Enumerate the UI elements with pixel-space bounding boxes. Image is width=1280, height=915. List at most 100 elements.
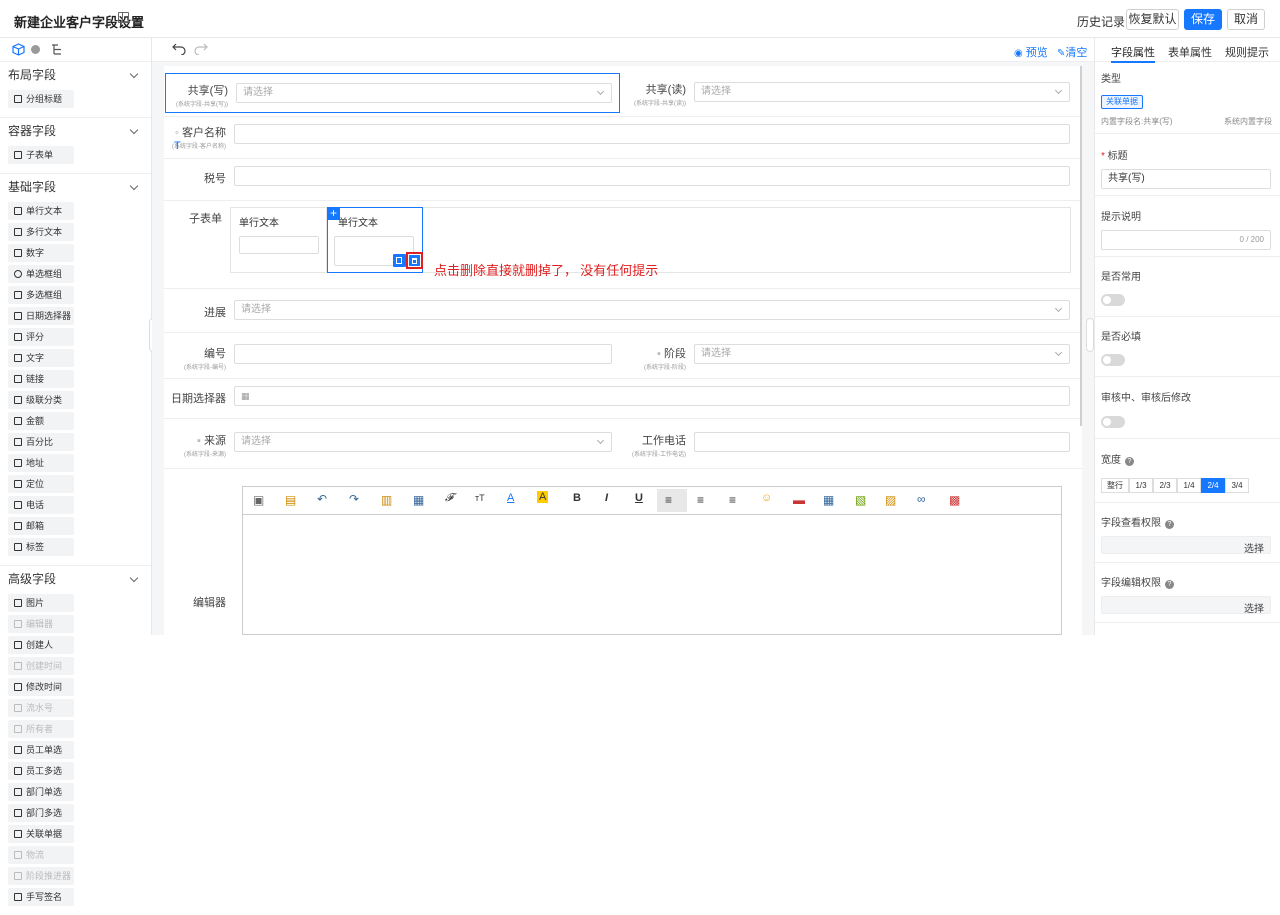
palette-item-amount[interactable]: 金额 [8, 412, 74, 430]
field-source[interactable]: ▪ 来源 (系统字段-来源) 请选择 [164, 424, 620, 464]
section-header-layout[interactable]: 布局字段 [0, 62, 151, 88]
select-button[interactable]: 选择 [1244, 600, 1264, 615]
field-share-write[interactable]: 共享(写) (系统字段-共享(写)) 请选择 [165, 73, 620, 113]
width-2-3[interactable]: 2/3 [1153, 478, 1177, 493]
title-input[interactable]: 共享(写) [1101, 169, 1271, 189]
palette-item-creator[interactable]: 创建人 [8, 636, 74, 654]
width-3-4[interactable]: 3/4 [1225, 478, 1249, 493]
description-input[interactable]: 0 / 200 [1101, 230, 1271, 250]
align-center-icon[interactable]: ≡ [697, 493, 704, 507]
field-progress[interactable]: 进展 请选择 [164, 296, 1077, 330]
select-button[interactable]: 选择 [1244, 540, 1264, 555]
bold-icon[interactable]: B [573, 492, 581, 504]
collapse-right-handle[interactable] [1086, 318, 1094, 352]
fullscreen-icon[interactable]: ▩ [949, 493, 960, 507]
field-stage[interactable]: ▪ 阶段 (系统字段-阶段) 请选择 [624, 336, 1077, 376]
palette-item-single-text[interactable]: 单行文本 [8, 202, 74, 220]
tab-form-properties[interactable]: 表单属性 [1168, 44, 1212, 60]
edit-permission-picker[interactable]: 选择 [1101, 596, 1271, 615]
help-icon[interactable]: ? [1165, 520, 1174, 529]
palette-item-subform[interactable]: 子表单 [8, 146, 74, 164]
undo-icon[interactable] [172, 43, 186, 55]
source-code-icon[interactable]: ▣ [253, 493, 264, 507]
italic-icon[interactable]: I [605, 492, 608, 504]
view-permission-picker[interactable]: 选择 [1101, 536, 1271, 555]
table-editor-icon[interactable]: ▦ [823, 493, 834, 507]
help-icon[interactable]: ? [1165, 580, 1174, 589]
field-share-read[interactable]: 共享(读) (系统字段-共享(读)) 请选择 [624, 73, 1077, 113]
palette-item-date[interactable]: 日期选择器 [8, 307, 74, 325]
video-editor-icon[interactable]: ▨ [885, 493, 896, 507]
emoji-icon[interactable]: ☺ [761, 492, 772, 504]
palette-item-email[interactable]: 邮箱 [8, 517, 74, 535]
paste-text-icon[interactable]: ▦ [413, 493, 424, 507]
tab-field-properties[interactable]: 字段属性 [1111, 44, 1155, 63]
number-input[interactable] [234, 344, 612, 364]
font-color-icon[interactable]: A [507, 492, 514, 504]
underline-icon[interactable]: U [635, 492, 643, 504]
work-phone-input[interactable] [694, 432, 1070, 452]
palette-item-phone[interactable]: 电话 [8, 496, 74, 514]
palette-item-rating[interactable]: 评分 [8, 328, 74, 346]
copy-icon[interactable] [393, 254, 406, 267]
editor-frame[interactable]: ▣ ▤ ↶ ↷ ▥ ▦ 𝓕 тT A A B I U ≡ ≡ ≡ ☺ ▬ ▦ ▧… [242, 486, 1062, 635]
help-icon[interactable] [31, 45, 40, 54]
source-select[interactable]: 请选择 [234, 432, 612, 452]
horizontal-rule-icon[interactable]: ▬ [793, 493, 805, 507]
palette-item-text[interactable]: 文字 [8, 349, 74, 367]
redo-icon[interactable] [194, 43, 208, 55]
restore-default-button[interactable]: 恢复默认 [1126, 9, 1179, 30]
image-editor-icon[interactable]: ▧ [855, 493, 866, 507]
field-customer-name[interactable]: ◦ 客户名称 (系统字段-客户名称) T [164, 120, 1077, 156]
share-write-select[interactable]: 请选择 [236, 83, 612, 103]
clear-button[interactable]: ✎清空 [1057, 44, 1087, 60]
required-toggle[interactable] [1101, 354, 1125, 366]
align-right-icon[interactable]: ≡ [729, 493, 736, 507]
palette-item-cascade[interactable]: 级联分类 [8, 391, 74, 409]
palette-item-dept-multi[interactable]: 部门多选 [8, 804, 74, 822]
field-rich-editor[interactable]: 编辑器 ▣ ▤ ↶ ↷ ▥ ▦ 𝓕 тT A A B I U ≡ ≡ ≡ ☺ ▬… [164, 474, 1077, 635]
section-header-advanced[interactable]: 高级字段 [0, 566, 151, 592]
palette-item-checkbox[interactable]: 多选框组 [8, 286, 74, 304]
scrollbar[interactable] [1080, 66, 1082, 426]
drag-move-icon[interactable]: + [327, 207, 340, 220]
palette-item-address[interactable]: 地址 [8, 454, 74, 472]
document-icon[interactable]: ▤ [285, 493, 296, 507]
common-toggle[interactable] [1101, 294, 1125, 306]
highlight-color-icon[interactable]: A [537, 491, 549, 503]
preview-button[interactable]: ◉ 预览 [1014, 44, 1048, 60]
palette-item-percent[interactable]: 百分比 [8, 433, 74, 451]
customer-name-input[interactable] [234, 124, 1070, 144]
paste-icon[interactable]: ▥ [381, 493, 392, 507]
field-date-picker[interactable]: 日期选择器 ▦ [164, 382, 1077, 416]
progress-select[interactable]: 请选择 [234, 300, 1070, 320]
tax-number-input[interactable] [234, 166, 1070, 186]
palette-item-employee-single[interactable]: 员工单选 [8, 741, 74, 759]
palette-item-related-doc[interactable]: 关联单据 [8, 825, 74, 843]
redo-editor-icon[interactable]: ↷ [349, 492, 359, 506]
link-editor-icon[interactable]: ∞ [917, 492, 926, 506]
palette-item-tag[interactable]: 标签 [8, 538, 74, 556]
tab-rule-hints[interactable]: 规则提示 [1225, 44, 1269, 60]
field-number[interactable]: 编号 (系统字段-编号) [164, 336, 620, 376]
width-2-4-selected[interactable]: 2/4 [1201, 478, 1225, 493]
width-1-4[interactable]: 1/4 [1177, 478, 1201, 493]
layout-icon[interactable] [118, 12, 129, 23]
save-button[interactable]: 保存 [1184, 9, 1222, 30]
palette-item-signature[interactable]: 手写签名 [8, 888, 74, 906]
field-tax-number[interactable]: 税号 [164, 162, 1077, 196]
palette-item-multi-text[interactable]: 多行文本 [8, 223, 74, 241]
field-work-phone[interactable]: 工作电话 (系统字段-工作电话) [624, 424, 1077, 464]
palette-item-group-title[interactable]: 分组标题 [8, 90, 74, 108]
palette-item-modified-time[interactable]: 修改时间 [8, 678, 74, 696]
undo-editor-icon[interactable]: ↶ [317, 492, 327, 506]
history-link[interactable]: 历史记录 [1077, 13, 1125, 30]
palette-item-location[interactable]: 定位 [8, 475, 74, 493]
width-full[interactable]: 整行 [1101, 478, 1129, 493]
section-header-container[interactable]: 容器字段 [0, 118, 151, 144]
trash-icon[interactable] [409, 255, 420, 266]
font-size-icon[interactable]: тT [475, 493, 485, 503]
date-input[interactable]: ▦ [234, 386, 1070, 406]
font-family-icon[interactable]: 𝓕 [445, 492, 453, 505]
width-1-3[interactable]: 1/3 [1129, 478, 1153, 493]
